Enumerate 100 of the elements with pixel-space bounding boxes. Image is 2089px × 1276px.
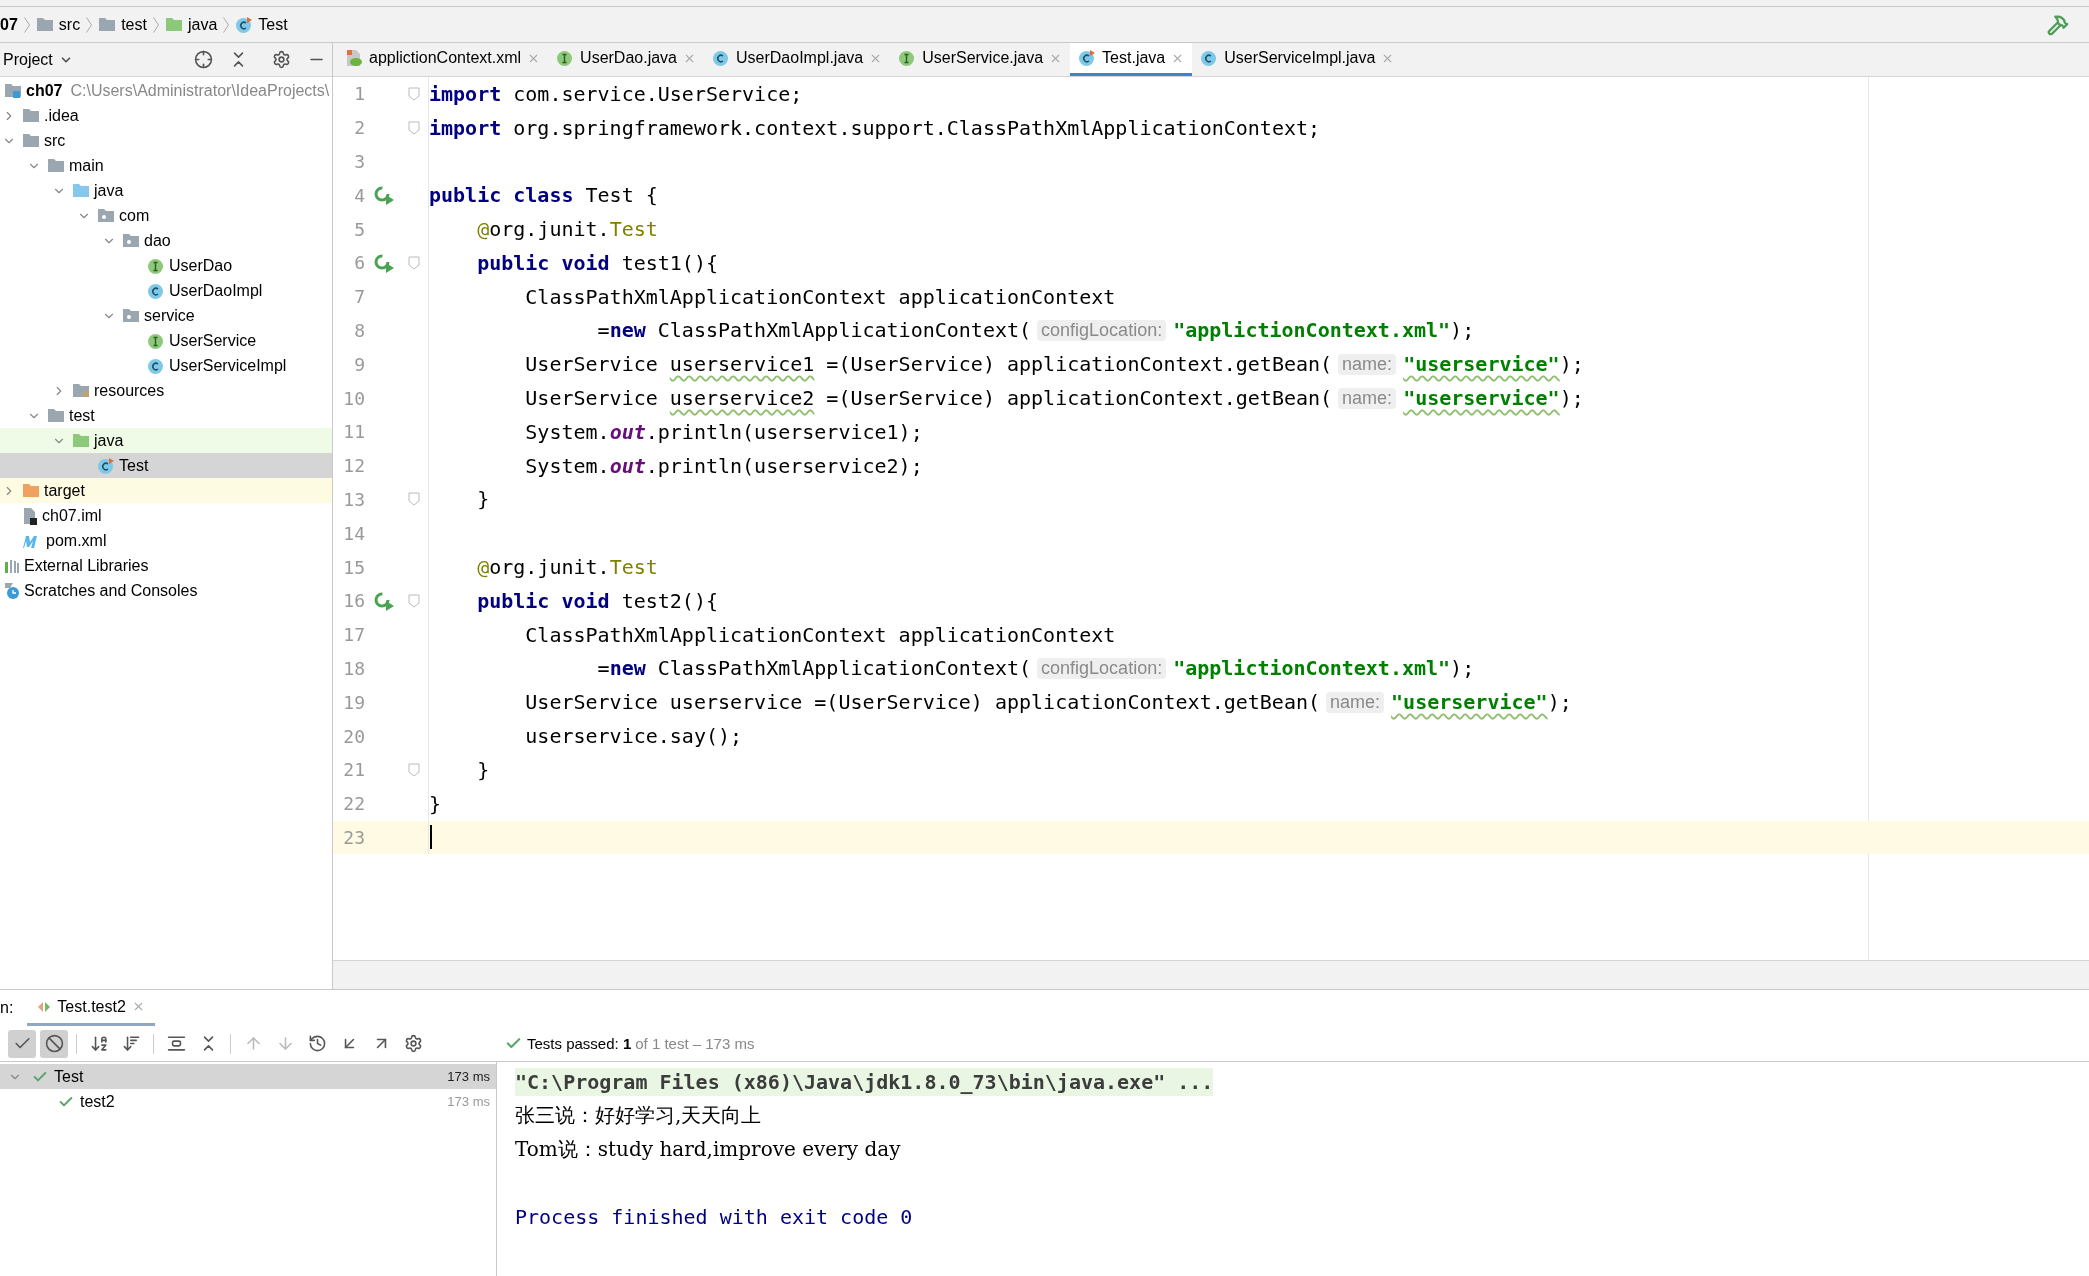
tree-label: .idea	[44, 106, 79, 125]
tree-label: src	[44, 131, 66, 150]
code-line: ClassPathXmlApplicationContext applicationContext	[524, 622, 1116, 647]
code-line: }	[476, 487, 490, 512]
code-line: userservice.say();	[524, 724, 743, 749]
code-line: import com.service.UserService;	[429, 81, 803, 106]
line-number: 15	[342, 556, 365, 578]
run-test-icon[interactable]	[374, 252, 396, 273]
separator-icon	[23, 16, 30, 33]
tree-item[interactable]: dao	[0, 228, 332, 253]
run-test-icon[interactable]	[374, 185, 396, 206]
panel-title[interactable]: Project	[3, 50, 53, 69]
text-caret	[430, 825, 432, 850]
tree-item[interactable]: com	[0, 203, 332, 228]
tree-item[interactable]: src	[0, 128, 332, 153]
tree-item[interactable]: pom.xml	[0, 528, 332, 553]
fold-marker-icon[interactable]	[408, 120, 420, 135]
fold-marker-icon[interactable]	[408, 762, 420, 777]
line-number: 12	[342, 455, 365, 477]
toolbar-button[interactable]	[8, 1029, 36, 1058]
tree-item[interactable]: resources	[0, 378, 332, 403]
module-icon	[4, 82, 22, 99]
line-number: 11	[342, 421, 365, 443]
locate-icon[interactable]	[194, 50, 213, 69]
tree-item[interactable]: main	[0, 153, 332, 178]
breadcrumb-item[interactable]: java	[187, 15, 218, 34]
breadcrumb-item[interactable]: test	[121, 15, 147, 34]
line-number: 5	[353, 218, 365, 240]
breadcrumb-item[interactable]: 07	[0, 15, 18, 34]
fold-marker-icon[interactable]	[408, 593, 420, 608]
interface-icon	[147, 256, 165, 275]
folder-icon	[47, 408, 65, 423]
test-name: test2	[80, 1092, 115, 1111]
fold-marker-icon[interactable]	[408, 492, 420, 507]
tree-item[interactable]: service	[0, 303, 332, 328]
line-number: 20	[342, 725, 365, 747]
panel-label: n:	[0, 999, 14, 1017]
tree-label: pom.xml	[46, 531, 107, 550]
code-line: UserService userservice1 =(UserService) applicationContext.getBean( name: "userservice");	[524, 352, 1584, 377]
editor-tab[interactable]: applictionContext.xml	[337, 43, 549, 76]
editor-tab[interactable]: Test.java	[1070, 43, 1193, 76]
tree-item[interactable]: test	[0, 403, 332, 428]
code-line: @org.junit.Test	[476, 217, 658, 242]
editor-tab[interactable]: UserDaoImpl.java	[704, 43, 891, 76]
tree-item[interactable]: UserDao	[0, 253, 332, 278]
tree-item[interactable]: ch07 C:\Users\Administrator\IdeaProjects\	[0, 78, 332, 103]
settings-icon	[403, 1034, 423, 1053]
folder-icon	[72, 433, 90, 448]
tree-item[interactable]: Scratches and Consoles	[0, 578, 332, 603]
tree-label: java	[94, 181, 124, 200]
separator-icon	[152, 16, 159, 33]
xml-file-icon	[345, 49, 363, 67]
tree-item[interactable]: target	[0, 478, 332, 503]
interface-icon	[147, 331, 165, 350]
tree-label: java	[94, 431, 124, 450]
breadcrumb-item[interactable]: Test	[258, 15, 288, 34]
tree-item[interactable]: External Libraries	[0, 553, 332, 578]
tree-label: ch07.iml	[42, 506, 102, 525]
tree-item[interactable]: .idea	[0, 103, 332, 128]
class-icon	[147, 356, 165, 375]
tree-label: com	[119, 206, 150, 225]
line-number: 7	[353, 286, 365, 308]
editor-tab[interactable]: UserServiceImpl.java	[1192, 43, 1403, 76]
test-tree-item[interactable]: test2 173 ms	[0, 1089, 496, 1114]
breadcrumb-item[interactable]: src	[58, 15, 81, 34]
toolbar-button[interactable]	[40, 1029, 68, 1058]
test-class-icon	[1078, 49, 1097, 67]
tree-item[interactable]: UserService	[0, 328, 332, 353]
libraries-icon	[4, 557, 20, 574]
code-line: =new ClassPathXmlApplicationContext( configLocation: "applictionContext.xml");	[596, 318, 1475, 343]
test-tree-item[interactable]: Test 173 ms	[0, 1064, 496, 1089]
code-line: =new ClassPathXmlApplicationContext( configLocation: "applictionContext.xml");	[596, 656, 1475, 681]
fold-marker-icon[interactable]	[408, 255, 420, 270]
tree-label: resources	[94, 381, 165, 400]
build-icon[interactable]	[2047, 13, 2069, 36]
settings-icon[interactable]	[272, 50, 291, 69]
editor-tab[interactable]: UserDao.java	[548, 43, 704, 76]
tree-item[interactable]: java	[0, 178, 332, 203]
tree-label: service	[144, 306, 195, 325]
tree-item[interactable]: UserServiceImpl	[0, 353, 332, 378]
code-line: import org.springframework.context.support.ClassPathXmlApplicationContext;	[429, 115, 1321, 140]
tree-item[interactable]: java	[0, 428, 332, 453]
expand-all-icon	[166, 1034, 186, 1053]
folder-icon	[35, 17, 54, 32]
folder-icon	[22, 483, 40, 498]
tree-item[interactable]: UserDaoImpl	[0, 278, 332, 303]
tree-item[interactable]: Test	[0, 453, 332, 478]
editor-tab[interactable]: UserService.java	[890, 43, 1071, 76]
tree-label: UserService	[169, 331, 257, 350]
line-number: 16	[342, 590, 365, 612]
horizontal-scrollbar[interactable]	[333, 960, 2089, 989]
fold-marker-icon[interactable]	[408, 86, 420, 101]
run-test-icon[interactable]	[374, 590, 396, 611]
run-tab[interactable]: Test.test2	[27, 990, 155, 1026]
tree-item[interactable]: ch07.iml	[0, 503, 332, 528]
line-number: 17	[342, 624, 365, 646]
code-line: System.out.println(userservice1);	[524, 419, 923, 444]
code-line: UserService userservice =(UserService) applicationContext.getBean( name: "userservice");	[524, 690, 1572, 715]
package-icon	[122, 233, 140, 248]
line-number: 10	[342, 387, 365, 409]
